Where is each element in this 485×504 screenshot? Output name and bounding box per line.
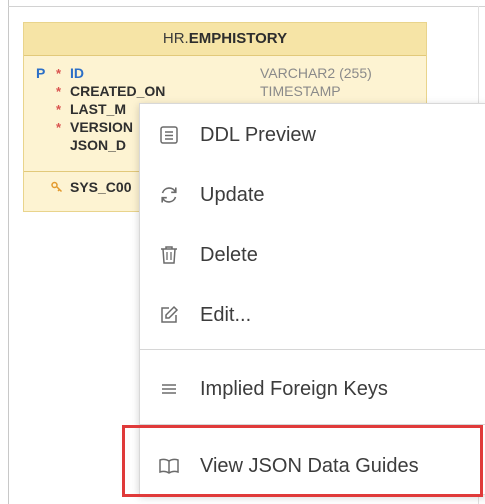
column-type: TIMESTAMP — [260, 83, 341, 99]
menu-item-label: Implied Foreign Keys — [200, 377, 388, 400]
ddl-preview-icon — [157, 123, 181, 147]
entity-name: EMPHISTORY — [188, 30, 288, 47]
menu-item-label: DDL Preview — [200, 123, 316, 146]
required-marker: * — [56, 84, 62, 99]
list-icon — [157, 377, 181, 401]
column-name[interactable]: LAST_M — [70, 101, 126, 118]
required-marker: * — [56, 66, 62, 81]
edit-icon — [157, 303, 181, 327]
primary-key-marker: P — [36, 65, 46, 81]
menu-separator — [140, 424, 485, 425]
menu-item-view-json-data-guides[interactable]: View JSON Data Guides — [140, 438, 485, 494]
menu-item-label: Edit... — [200, 303, 252, 326]
column-name[interactable]: JSON_D — [70, 137, 126, 154]
menu-item-implied-foreign-keys[interactable]: Implied Foreign Keys — [140, 361, 485, 417]
refresh-icon — [157, 183, 181, 207]
menu-item-label: Delete — [200, 243, 258, 266]
menu-item-label: View JSON Data Guides — [200, 454, 419, 477]
menu-item-edit[interactable]: Edit... — [140, 287, 485, 343]
context-menu: DDL Preview Update Delete Edit... Implie… — [139, 103, 485, 495]
menu-item-ddl-preview[interactable]: DDL Preview — [140, 107, 485, 163]
menu-item-update[interactable]: Update — [140, 167, 485, 223]
constraint-name[interactable]: SYS_C00 — [70, 179, 131, 196]
column-name[interactable]: CREATED_ON — [70, 83, 165, 100]
menu-item-label: Update — [200, 183, 265, 206]
entity-schema: HR. — [162, 30, 189, 47]
required-marker: * — [56, 102, 62, 117]
trash-icon — [157, 243, 181, 267]
required-marker: * — [56, 120, 62, 135]
book-icon — [157, 454, 181, 478]
column-type: VARCHAR2 (255) — [260, 65, 372, 81]
menu-item-delete[interactable]: Delete — [140, 227, 485, 283]
menu-separator — [140, 349, 485, 350]
column-name[interactable]: VERSION — [70, 119, 133, 136]
key-icon — [51, 181, 63, 199]
column-name[interactable]: ID — [70, 65, 84, 82]
entity-title[interactable]: HR.EMPHISTORY — [24, 23, 426, 56]
canvas-border-left — [8, 0, 9, 504]
canvas-border-top — [8, 6, 485, 7]
